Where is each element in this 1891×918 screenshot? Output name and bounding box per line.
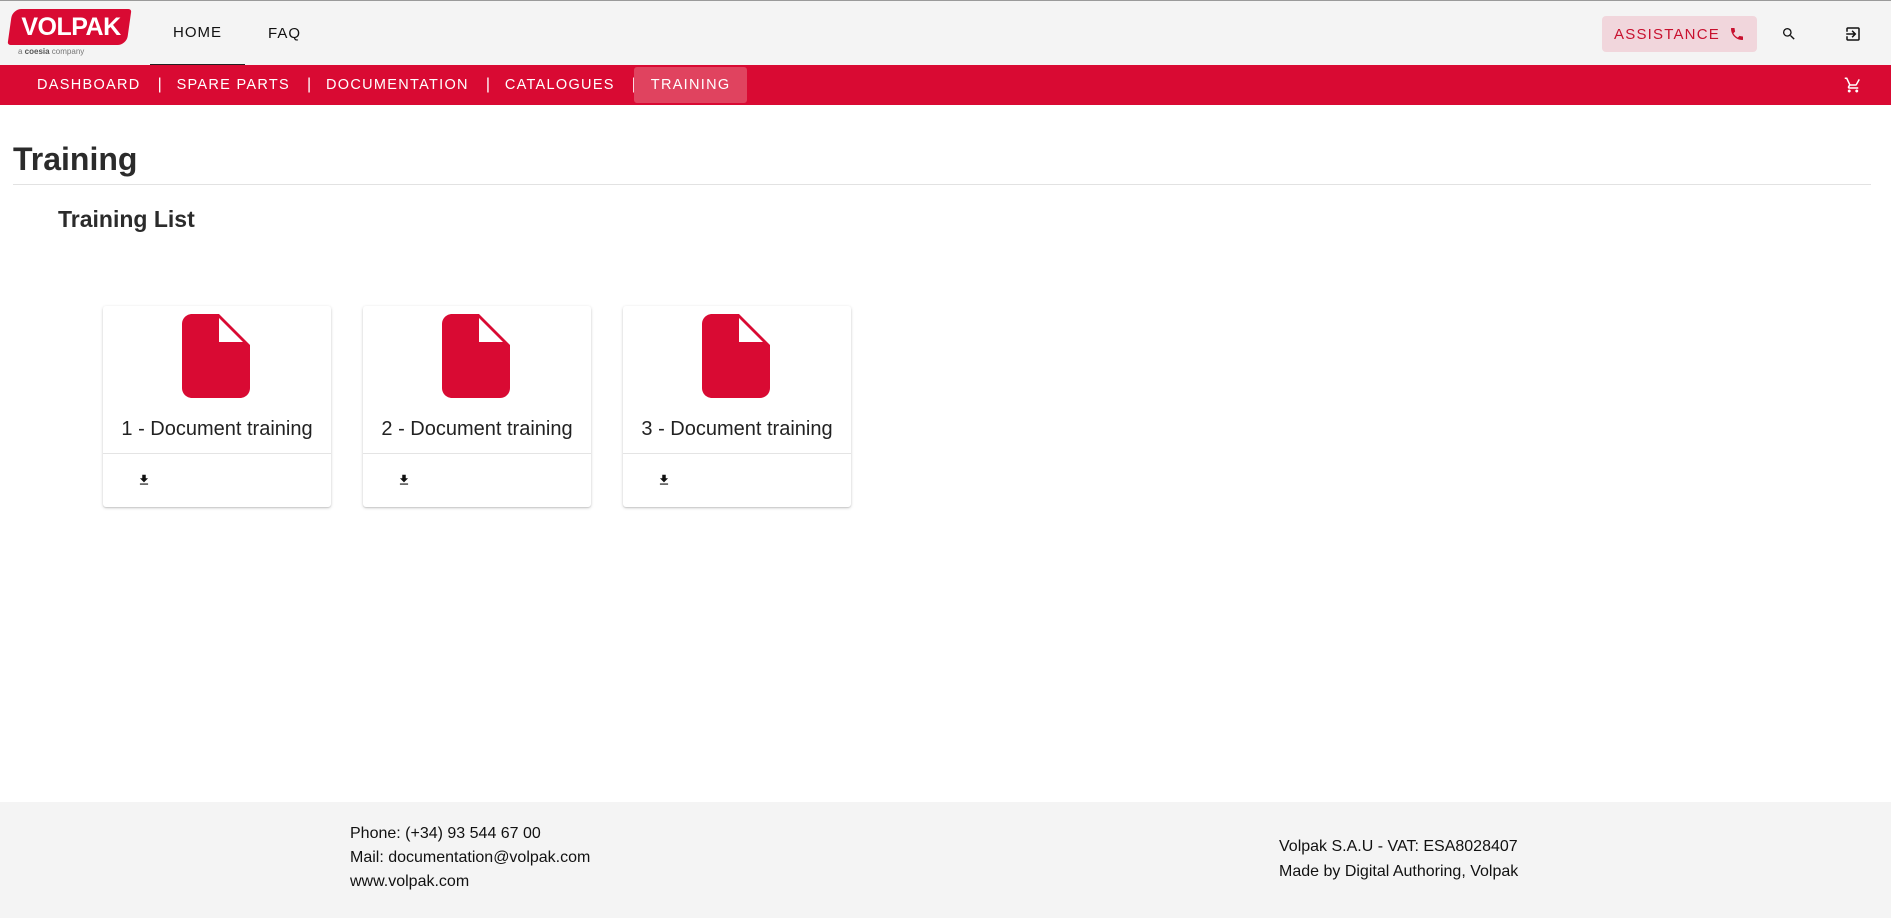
footer-contact: Phone: (+34) 93 544 67 00 Mail: document… [350,822,590,894]
main-nav: HOME FAQ [150,1,324,66]
download-icon [399,474,409,485]
subnav-spare-parts[interactable]: SPARE PARTS [160,67,307,103]
nav-faq[interactable]: FAQ [245,1,324,66]
volpak-logo[interactable]: VOLPAK a coesia company [7,9,132,59]
download-button[interactable] [391,467,417,493]
logout-button[interactable] [1838,19,1868,49]
assistance-label: ASSISTANCE [1614,25,1720,43]
footer-website[interactable]: www.volpak.com [350,870,590,894]
document-card[interactable]: 3 - Document training [623,306,851,507]
top-header: VOLPAK a coesia company HOME FAQ ASSISTA… [0,0,1891,66]
subnav-catalogues[interactable]: CATALOGUES [488,67,632,103]
document-title: 1 - Document training [121,418,313,440]
logo-text: VOLPAK [21,13,121,41]
cart-icon [1844,77,1860,93]
footer-mail[interactable]: Mail: documentation@volpak.com [350,846,590,870]
phone-icon [1730,28,1743,40]
footer-company: Volpak S.A.U - VAT: ESA8028407 Made by D… [1279,834,1518,884]
assistance-button[interactable]: ASSISTANCE [1602,16,1757,52]
file-icon [182,314,250,398]
page-title: Training [13,141,138,177]
file-icon [702,314,770,398]
footer: Phone: (+34) 93 544 67 00 Mail: document… [0,802,1891,918]
subnav-dashboard[interactable]: DASHBOARD [20,67,158,103]
document-card[interactable]: 2 - Document training [363,306,591,507]
section-nav-bar: DASHBOARD | SPARE PARTS | DOCUMENTATION … [0,65,1891,105]
title-divider [13,184,1871,185]
footer-credit: Made by Digital Authoring, Volpak [1279,863,1519,880]
document-title: 3 - Document training [641,418,833,440]
logo-tagline: a coesia company [18,47,85,56]
logout-icon [1846,27,1860,41]
section-title: Training List [58,206,195,232]
nav-home[interactable]: HOME [150,1,245,66]
download-icon [139,474,149,485]
cart-button[interactable] [1838,70,1868,100]
card-divider [103,453,331,454]
document-card[interactable]: 1 - Document training [103,306,331,507]
subnav-training[interactable]: TRAINING [633,67,748,103]
footer-phone: Phone: (+34) 93 544 67 00 [350,825,541,842]
search-button[interactable] [1774,19,1804,49]
card-divider [363,453,591,454]
search-icon [1783,28,1795,40]
download-button[interactable] [131,467,157,493]
download-button[interactable] [651,467,677,493]
subnav-documentation[interactable]: DOCUMENTATION [309,67,486,103]
document-title: 2 - Document training [381,418,573,440]
section-nav: DASHBOARD | SPARE PARTS | DOCUMENTATION … [20,65,748,105]
download-icon [659,474,669,485]
footer-vat: Volpak S.A.U - VAT: ESA8028407 [1279,838,1518,855]
card-divider [623,453,851,454]
file-icon [442,314,510,398]
